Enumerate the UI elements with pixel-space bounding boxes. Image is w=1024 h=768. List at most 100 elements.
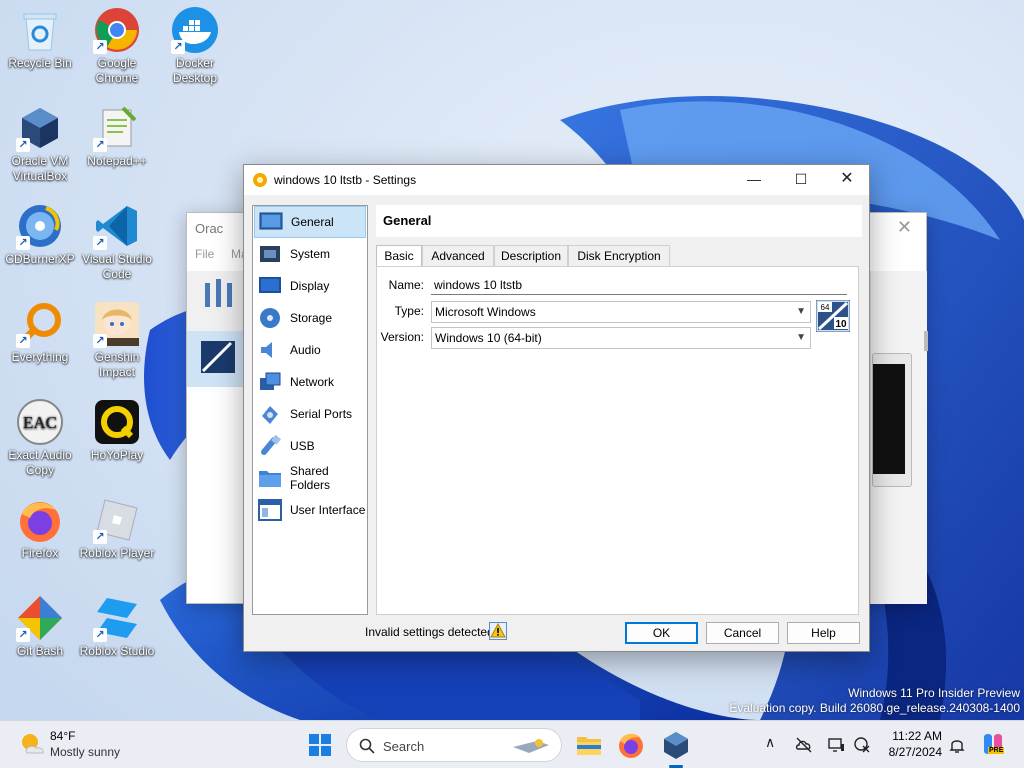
category-storage[interactable]: Storage (254, 302, 366, 334)
network-disconnected-icon[interactable] (853, 736, 871, 754)
weather-widget[interactable]: 84°F Mostly sunny (18, 729, 120, 760)
warning-icon[interactable] (489, 622, 507, 640)
desktop-icon-docker-desktop[interactable]: ↗ Docker Desktop (155, 6, 235, 86)
evaluation-watermark: Windows 11 Pro Insider Preview Evaluatio… (729, 686, 1020, 716)
desktop-icon-genshin[interactable]: ↗ Genshin Impact (77, 300, 157, 380)
tools-item[interactable] (187, 271, 245, 331)
desktop-icon-cdburnerxp[interactable]: ↗ CDBurnerXP (0, 202, 80, 267)
desktop-icon-recycle-bin[interactable]: Recycle Bin (0, 6, 80, 71)
ok-button[interactable]: OK (625, 622, 698, 644)
category-display[interactable]: Display (254, 270, 366, 302)
desktop-icon-roblox-player[interactable]: ↗ Roblox Player (77, 496, 157, 561)
close-button[interactable]: ✕ (824, 165, 870, 195)
maximize-button[interactable]: ☐ (778, 165, 824, 195)
settings-dialog[interactable]: windows 10 ltstb - Settings — ☐ ✕ Genera… (243, 164, 870, 652)
firefox-icon (619, 733, 643, 758)
search-highlight-icon (513, 739, 549, 753)
sun-icon (22, 734, 44, 754)
cancel-button[interactable]: Cancel (706, 622, 779, 644)
desktop-icon-firefox[interactable]: Firefox (0, 496, 80, 561)
name-input[interactable]: windows 10 ltstb (431, 275, 847, 295)
notification-bell-icon[interactable] (948, 736, 966, 754)
window-title: Orac (195, 221, 224, 236)
windows-10-os-icon: 64 10 (816, 300, 850, 332)
desktop-icon-label: Git Bash (16, 644, 64, 658)
tab-disk-encryption[interactable]: Disk Encryption (568, 245, 670, 267)
tab-basic[interactable]: Basic (376, 245, 422, 268)
display-tray-icon[interactable] (827, 736, 845, 754)
tab-advanced[interactable]: Advanced (422, 245, 494, 267)
help-button[interactable]: Help (787, 622, 860, 644)
system-icon (260, 246, 280, 262)
firefox-taskbar-button[interactable] (615, 729, 647, 761)
minimize-button[interactable]: — (731, 165, 777, 195)
desktop-icon-label: Genshin Impact (94, 350, 140, 379)
menu-file[interactable]: File (195, 247, 214, 261)
file-explorer-taskbar-button[interactable] (573, 729, 605, 761)
desktop-icon-everything[interactable]: ↗ Everything (0, 300, 80, 365)
category-serial-ports[interactable]: Serial Ports (254, 398, 366, 430)
shortcut-arrow-icon: ↗ (16, 334, 30, 348)
vm-list-item[interactable] (187, 331, 245, 387)
desktop-icon-label: Google Chrome (95, 56, 139, 85)
version-select[interactable]: Windows 10 (64-bit) ▼ (431, 327, 811, 349)
category-network[interactable]: Network (254, 366, 366, 398)
type-label: Type: (394, 304, 424, 318)
genshin-icon: ↗ (93, 300, 141, 348)
desktop-icon-label: Oracle VM VirtualBox (11, 154, 69, 183)
desktop-icon-git-bash[interactable]: ↗ Git Bash (0, 594, 80, 659)
virtualbox-taskbar-button[interactable] (660, 729, 692, 768)
virtualbox-icon (664, 732, 688, 759)
desktop-icon-notepadpp[interactable]: ↗ Notepad++ (77, 104, 157, 169)
category-label: USB (290, 439, 315, 453)
shared-folders-icon (259, 471, 281, 487)
category-user-interface[interactable]: User Interface (254, 494, 366, 526)
chevron-down-icon: ▼ (796, 332, 806, 343)
search-icon (359, 738, 375, 754)
category-audio[interactable]: Audio (254, 334, 366, 366)
category-usb[interactable]: USB (254, 430, 366, 462)
shortcut-arrow-icon: ↗ (93, 530, 107, 544)
category-label: Serial Ports (290, 407, 353, 421)
virtualbox-icon: ↗ (16, 104, 64, 152)
recycle-bin-icon (16, 6, 64, 54)
copilot-button[interactable]: PRE (980, 731, 1006, 757)
firefox-icon (16, 496, 64, 544)
tools-icon (205, 279, 232, 307)
category-label: User Interface (290, 503, 366, 517)
watermark-line-1: Windows 11 Pro Insider Preview (848, 686, 1020, 700)
title-bar[interactable]: windows 10 ltstb - Settings — ☐ ✕ (244, 165, 869, 195)
scrollbar[interactable] (924, 331, 928, 351)
clock[interactable]: 11:22 AM 8/27/2024 (884, 728, 942, 760)
desktop-icon-label: Everything (11, 350, 69, 364)
os-badge-bits: 64 (821, 303, 830, 312)
search-box[interactable]: Search (346, 728, 562, 762)
desktop-icon-virtualbox[interactable]: ↗ Oracle VM VirtualBox (0, 104, 80, 184)
cloud-offline-icon[interactable] (795, 736, 813, 754)
category-general[interactable]: General (254, 206, 366, 238)
tab-description[interactable]: Description (494, 245, 568, 267)
chevron-up-icon[interactable]: ∧ (765, 734, 775, 751)
notepadpp-icon: ↗ (93, 104, 141, 152)
desktop-icon-hoyoplay[interactable]: HoYoPlay (77, 398, 157, 463)
category-shared-folders[interactable]: Shared Folders (254, 462, 366, 494)
shortcut-arrow-icon: ↗ (16, 628, 30, 642)
shortcut-arrow-icon: ↗ (93, 40, 107, 54)
desktop-icon-roblox-studio[interactable]: ↗ Roblox Studio (77, 594, 157, 659)
start-button[interactable] (304, 729, 336, 761)
category-system[interactable]: System (254, 238, 366, 270)
category-label: System (290, 247, 331, 261)
desktop-icon-vscode[interactable]: ↗ Visual Studio Code (77, 202, 157, 282)
desktop-icon-label: HoYoPlay (90, 448, 144, 462)
shortcut-arrow-icon: ↗ (16, 138, 30, 152)
windows-logo-icon (309, 734, 331, 756)
type-select[interactable]: Microsoft Windows ▼ (431, 301, 811, 323)
close-icon[interactable]: ✕ (897, 217, 912, 238)
page-header: General (376, 205, 862, 237)
eac-icon: EAC (16, 398, 64, 446)
desktop-icon-google-chrome[interactable]: ↗ Google Chrome (77, 6, 157, 86)
docker-icon: ↗ (171, 6, 219, 54)
desktop-icon-eac[interactable]: EAC Exact Audio Copy (0, 398, 80, 478)
category-list[interactable]: General System Display Storage Audio Net… (252, 205, 368, 615)
desktop-icon-label: Roblox Studio (79, 644, 155, 658)
